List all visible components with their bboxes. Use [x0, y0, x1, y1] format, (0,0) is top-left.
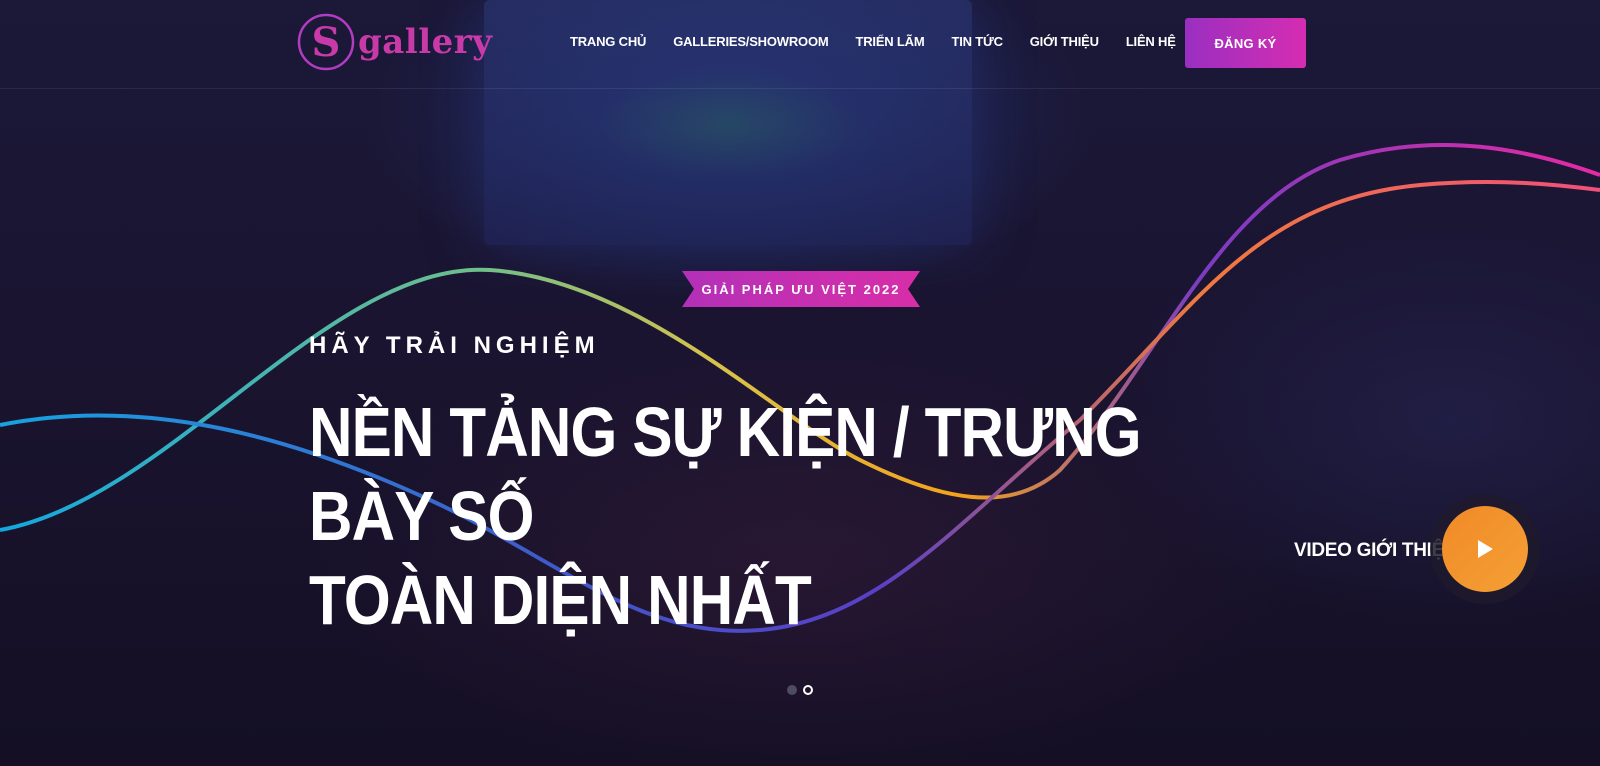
headline-line-1: NỀN TẢNG SỰ KIỆN / TRƯNG BÀY SỐ — [309, 393, 1142, 555]
logo-text: gallery — [358, 22, 493, 62]
register-button[interactable]: ĐĂNG KÝ — [1185, 18, 1306, 68]
nav-item-about[interactable]: GIỚI THIỆU — [1030, 34, 1099, 49]
site-header: S gallery TRANG CHỦ GALLERIES/SHOWROOM T… — [0, 0, 1600, 89]
slider-dot-1[interactable] — [787, 685, 797, 695]
decorative-waves — [0, 142, 1600, 633]
ribbon-text: GIẢI PHÁP ƯU VIỆT 2022 — [701, 281, 901, 297]
hero-kicker: HÃY TRẢI NGHIỆM — [309, 332, 600, 359]
hero-headline: NỀN TẢNG SỰ KIỆN / TRƯNG BÀY SỐ TOÀN DIỆ… — [309, 390, 1169, 642]
slider-pagination — [787, 685, 819, 695]
hero-background — [0, 0, 1600, 766]
play-video-button[interactable] — [1442, 506, 1528, 592]
logo-s-icon: S — [297, 13, 355, 71]
nav-item-home[interactable]: TRANG CHỦ — [570, 34, 646, 49]
nav-item-exhibitions[interactable]: TRIỂN LÃM — [856, 34, 925, 49]
headline-line-2: TOÀN DIỆN NHẤT — [309, 561, 812, 639]
promo-ribbon: GIẢI PHÁP ƯU VIỆT 2022 — [682, 271, 920, 307]
nav-item-contact[interactable]: LIÊN HỆ — [1126, 34, 1176, 49]
site-logo[interactable]: S gallery — [296, 12, 492, 72]
slider-dot-2[interactable] — [803, 685, 813, 695]
main-nav: TRANG CHỦ GALLERIES/SHOWROOM TRIỂN LÃM T… — [570, 34, 1203, 49]
svg-text:S: S — [312, 19, 341, 66]
play-icon — [1478, 540, 1493, 558]
nav-item-news[interactable]: TIN TỨC — [951, 34, 1002, 49]
nav-item-galleries[interactable]: GALLERIES/SHOWROOM — [673, 34, 828, 49]
